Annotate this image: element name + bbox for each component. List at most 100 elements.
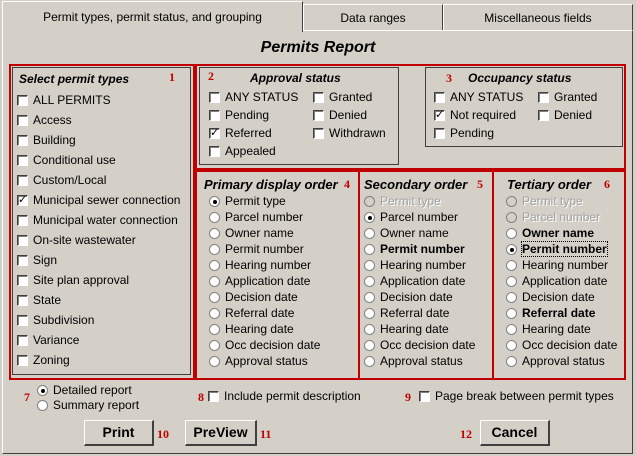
summary-report-radio-button[interactable] (37, 399, 48, 411)
permit-type-state-box[interactable] (17, 294, 28, 306)
primary-order-application-date-button[interactable] (209, 275, 220, 287)
primary-order-referral-date[interactable]: Referral date (209, 305, 294, 321)
permit-type-all-permits[interactable]: ALL PERMITS (17, 92, 111, 108)
approval-referred[interactable]: Referred (209, 125, 272, 141)
primary-order-hearing-number[interactable]: Hearing number (209, 257, 311, 273)
occupancy-not-required[interactable]: Not required (434, 107, 516, 123)
tab-permit-types[interactable]: Permit types, permit status, and groupin… (2, 1, 303, 32)
permit-type-conditional-use-box[interactable] (17, 154, 28, 166)
secondary-order-approval-status[interactable]: Approval status (364, 353, 463, 369)
detailed-report-radio[interactable]: Detailed report (37, 382, 132, 398)
permit-type-conditional-use[interactable]: Conditional use (17, 152, 116, 168)
permit-type-custom-local-box[interactable] (17, 174, 28, 186)
permit-type-sign[interactable]: Sign (17, 252, 57, 268)
secondary-order-application-date[interactable]: Application date (364, 273, 465, 289)
permit-type-access-box[interactable] (17, 114, 28, 126)
permit-type-subdivision-box[interactable] (17, 314, 28, 326)
tab-data-ranges[interactable]: Data ranges (303, 4, 443, 30)
primary-order-decision-date-button[interactable] (209, 291, 220, 303)
preview-button[interactable]: PreView (185, 420, 257, 446)
secondary-order-hearing-number-button[interactable] (364, 259, 375, 271)
secondary-order-referral-date-button[interactable] (364, 307, 375, 319)
occupancy-not-required-box[interactable] (434, 108, 445, 121)
tertiary-order-application-date-button[interactable] (506, 275, 517, 287)
primary-order-permit-type-button[interactable] (209, 195, 220, 207)
tertiary-order-application-date[interactable]: Application date (506, 273, 607, 289)
secondary-order-permit-number-button[interactable] (364, 243, 375, 255)
print-button[interactable]: Print (84, 420, 154, 446)
tertiary-order-hearing-number[interactable]: Hearing number (506, 257, 608, 273)
permit-type-sign-box[interactable] (17, 254, 28, 266)
permit-type-on-site-wastewater-box[interactable] (17, 234, 28, 246)
approval-appealed[interactable]: Appealed (209, 143, 276, 159)
approval-pending[interactable]: Pending (209, 107, 269, 123)
primary-order-permit-number[interactable]: Permit number (209, 241, 304, 257)
primary-order-parcel-number[interactable]: Parcel number (209, 209, 303, 225)
tertiary-order-decision-date[interactable]: Decision date (506, 289, 595, 305)
tertiary-order-owner-name-button[interactable] (506, 227, 517, 239)
approval-withdrawn[interactable]: Withdrawn (313, 125, 386, 141)
primary-order-approval-status[interactable]: Approval status (209, 353, 308, 369)
occupancy-pending-box[interactable] (434, 127, 445, 139)
secondary-order-hearing-date-button[interactable] (364, 323, 375, 335)
primary-order-hearing-number-button[interactable] (209, 259, 220, 271)
occupancy-denied-box[interactable] (538, 109, 549, 121)
primary-order-owner-name[interactable]: Owner name (209, 225, 294, 241)
approval-withdrawn-box[interactable] (313, 127, 324, 139)
tertiary-order-occ-decision-date-button[interactable] (506, 339, 517, 351)
permit-type-site-plan-approval-box[interactable] (17, 274, 28, 286)
approval-referred-box[interactable] (209, 126, 220, 139)
primary-order-occ-decision-date[interactable]: Occ decision date (209, 337, 320, 353)
permit-type-municipal-water-connection[interactable]: Municipal water connection (17, 212, 178, 228)
primary-order-approval-status-button[interactable] (209, 355, 220, 367)
tertiary-order-hearing-number-button[interactable] (506, 259, 517, 271)
permit-type-building-box[interactable] (17, 134, 28, 146)
occupancy-granted-box[interactable] (538, 91, 549, 103)
secondary-order-approval-status-button[interactable] (364, 355, 375, 367)
permit-type-all-permits-box[interactable] (17, 94, 28, 106)
permit-type-subdivision[interactable]: Subdivision (17, 312, 94, 328)
secondary-order-decision-date[interactable]: Decision date (364, 289, 453, 305)
permit-type-state[interactable]: State (17, 292, 61, 308)
secondary-order-owner-name-button[interactable] (364, 227, 375, 239)
approval-granted[interactable]: Granted (313, 89, 372, 105)
tertiary-order-referral-date[interactable]: Referral date (506, 305, 595, 321)
tertiary-order-owner-name[interactable]: Owner name (506, 225, 594, 241)
approval-any-status-box[interactable] (209, 91, 220, 103)
secondary-order-hearing-date[interactable]: Hearing date (364, 321, 449, 337)
tab-miscellaneous-fields[interactable]: Miscellaneous fields (443, 4, 633, 30)
tertiary-order-permit-number[interactable]: Permit number (506, 241, 608, 257)
secondary-order-occ-decision-date[interactable]: Occ decision date (364, 337, 475, 353)
page-break-box[interactable] (419, 390, 430, 402)
permit-type-municipal-sewer-connection-box[interactable] (17, 193, 28, 206)
occupancy-any-status-box[interactable] (434, 91, 445, 103)
permit-type-zoning-box[interactable] (17, 354, 28, 366)
primary-order-application-date[interactable]: Application date (209, 273, 310, 289)
tertiary-order-referral-date-button[interactable] (506, 307, 517, 319)
approval-any-status[interactable]: ANY STATUS (209, 89, 298, 105)
permit-type-variance-box[interactable] (17, 334, 28, 346)
tertiary-order-occ-decision-date[interactable]: Occ decision date (506, 337, 617, 353)
permit-type-variance[interactable]: Variance (17, 332, 79, 348)
secondary-order-referral-date[interactable]: Referral date (364, 305, 449, 321)
permit-type-on-site-wastewater[interactable]: On-site wastewater (17, 232, 136, 248)
primary-order-hearing-date[interactable]: Hearing date (209, 321, 294, 337)
occupancy-any-status[interactable]: ANY STATUS (434, 89, 523, 105)
secondary-order-occ-decision-date-button[interactable] (364, 339, 375, 351)
primary-order-hearing-date-button[interactable] (209, 323, 220, 335)
secondary-order-decision-date-button[interactable] (364, 291, 375, 303)
secondary-order-owner-name[interactable]: Owner name (364, 225, 449, 241)
secondary-order-permit-number[interactable]: Permit number (364, 241, 465, 257)
approval-denied-box[interactable] (313, 109, 324, 121)
occupancy-pending[interactable]: Pending (434, 125, 494, 141)
primary-order-occ-decision-date-button[interactable] (209, 339, 220, 351)
detailed-report-radio-button[interactable] (37, 384, 48, 396)
occupancy-granted[interactable]: Granted (538, 89, 597, 105)
primary-order-permit-number-button[interactable] (209, 243, 220, 255)
primary-order-owner-name-button[interactable] (209, 227, 220, 239)
permit-type-zoning[interactable]: Zoning (17, 352, 70, 368)
tertiary-order-approval-status[interactable]: Approval status (506, 353, 605, 369)
permit-type-site-plan-approval[interactable]: Site plan approval (17, 272, 129, 288)
primary-order-decision-date[interactable]: Decision date (209, 289, 298, 305)
summary-report-radio[interactable]: Summary report (37, 397, 139, 413)
